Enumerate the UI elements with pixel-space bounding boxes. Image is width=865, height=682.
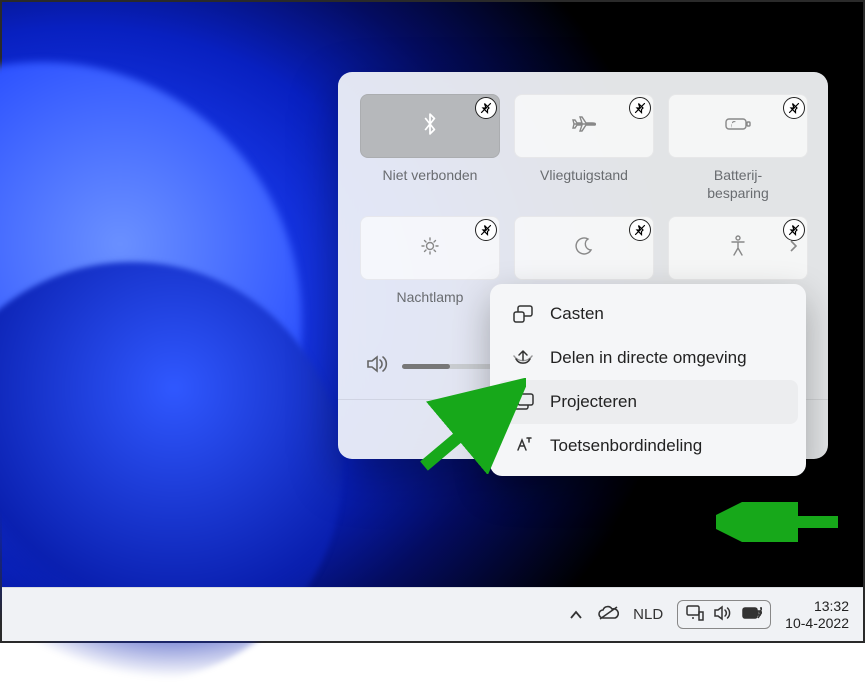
- menu-item-label: Casten: [550, 304, 604, 324]
- menu-item-label: Toetsenbordindeling: [550, 436, 702, 456]
- onedrive-icon[interactable]: [597, 605, 619, 624]
- menu-item-label: Delen in directe omgeving: [550, 348, 747, 368]
- tile-bluetooth: Niet verbonden: [360, 94, 500, 202]
- cast-icon: [512, 305, 534, 323]
- tile-focus-button[interactable]: [514, 216, 654, 280]
- unpin-button[interactable]: [475, 97, 497, 119]
- share-icon: [512, 348, 534, 368]
- unpin-button[interactable]: [783, 219, 805, 241]
- keyboard-layout-icon: [512, 436, 534, 456]
- taskbar: NLD 13:32 10-4-2022: [2, 587, 863, 641]
- tile-label: Nachtlamp: [397, 288, 464, 324]
- tile-nightlight: Nachtlamp: [360, 216, 500, 324]
- menu-item-label: Projecteren: [550, 392, 637, 412]
- tile-label: Vliegtuigstand: [540, 166, 628, 202]
- network-icon: [686, 605, 704, 624]
- unpin-button[interactable]: [629, 219, 651, 241]
- add-context-menu: Casten Delen in directe omgeving Project…: [490, 284, 806, 476]
- speaker-icon[interactable]: [366, 354, 388, 379]
- menu-item-cast[interactable]: Casten: [498, 292, 798, 336]
- chevron-right-icon: [789, 239, 797, 257]
- language-indicator[interactable]: NLD: [633, 606, 663, 623]
- tile-battery-saver-button[interactable]: [668, 94, 808, 158]
- menu-item-project[interactable]: Projecteren: [498, 380, 798, 424]
- sun-icon: [419, 235, 441, 262]
- unpin-button[interactable]: [783, 97, 805, 119]
- menu-item-keyboard-layout[interactable]: Toetsenbordindeling: [498, 424, 798, 468]
- unpin-button[interactable]: [629, 97, 651, 119]
- tile-bluetooth-button[interactable]: [360, 94, 500, 158]
- taskbar-clock[interactable]: 13:32 10-4-2022: [785, 598, 849, 632]
- battery-saver-icon: [725, 116, 751, 137]
- tile-label: Niet verbonden: [383, 166, 478, 202]
- speaker-icon: [714, 605, 732, 624]
- tray-network-volume-power[interactable]: [677, 600, 771, 629]
- unpin-button[interactable]: [475, 219, 497, 241]
- tile-airplane-button[interactable]: [514, 94, 654, 158]
- clock-time: 13:32: [785, 598, 849, 615]
- tile-accessibility-button[interactable]: [668, 216, 808, 280]
- tile-nightlight-button[interactable]: [360, 216, 500, 280]
- tile-battery-saver: Batterij- besparing: [668, 94, 808, 202]
- tile-label: Batterij- besparing: [707, 166, 769, 202]
- check-icon: [473, 419, 491, 438]
- airplane-icon: [572, 114, 596, 139]
- clock-date: 10-4-2022: [785, 615, 849, 632]
- moon-icon: [574, 236, 594, 261]
- accessibility-icon: [728, 235, 748, 262]
- tile-airplane: Vliegtuigstand: [514, 94, 654, 202]
- menu-item-nearby-share[interactable]: Delen in directe omgeving: [498, 336, 798, 380]
- power-icon: [742, 606, 762, 623]
- tray-overflow-chevron-icon[interactable]: [569, 607, 583, 623]
- project-icon: [512, 393, 534, 411]
- bluetooth-icon: [421, 113, 439, 140]
- system-tray: NLD 13:32 10-4-2022: [569, 598, 849, 632]
